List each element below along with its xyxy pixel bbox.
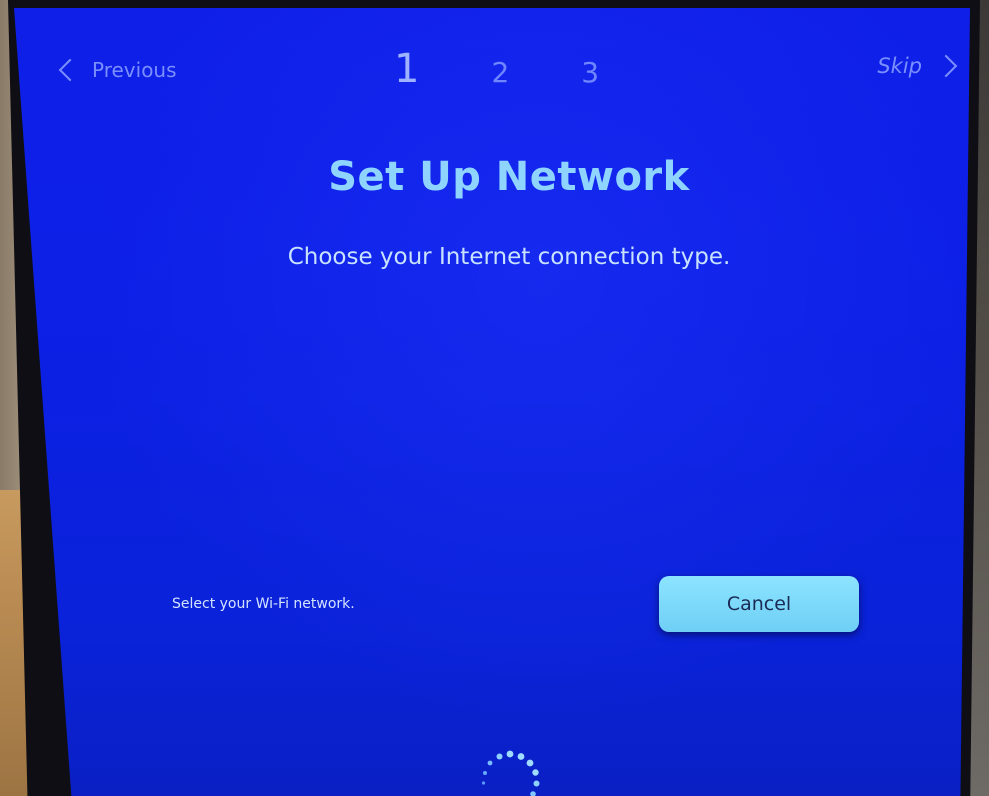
chevron-right-icon — [934, 54, 958, 78]
step-1: 1 — [394, 46, 420, 92]
chevron-left-icon — [58, 58, 82, 82]
skip-button[interactable]: Skip — [877, 54, 958, 78]
tv-screen: Previous 1 2 3 Skip Set Up Network Choos… — [14, 8, 970, 796]
step-indicator: 1 2 3 — [394, 46, 599, 92]
step-3: 3 — [581, 56, 600, 89]
status-message: Select your Wi-Fi network. — [172, 596, 355, 612]
loading-spinner-icon — [481, 750, 540, 796]
previous-button[interactable]: Previous — [58, 58, 177, 82]
previous-label: Previous — [92, 58, 177, 82]
cancel-button[interactable]: Cancel — [659, 576, 859, 632]
step-2: 2 — [491, 56, 510, 89]
page-subtitle: Choose your Internet connection type. — [287, 244, 731, 270]
skip-label: Skip — [877, 54, 922, 78]
page-title: Set Up Network — [328, 154, 690, 200]
